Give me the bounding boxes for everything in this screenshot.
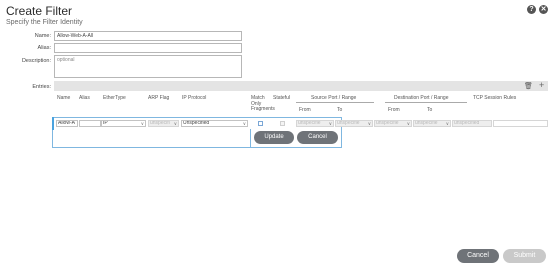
column-stateful: Stateful [273,95,290,101]
name-label: Name: [34,33,51,39]
trash-icon[interactable]: 🗑 [524,82,533,90]
description-label: Description: [21,58,51,64]
column-source-to: To [337,107,343,113]
close-icon[interactable]: ✕ [539,5,548,14]
entry-name-input[interactable]: Allow-A [56,120,78,127]
submit-button[interactable]: Submit [503,249,546,263]
tcp-session-rules-extra [493,120,548,127]
dialog-title: Create Filter [6,4,73,18]
inline-cancel-button[interactable]: Cancel [297,131,338,144]
column-dest-from: From [388,107,400,113]
alias-input[interactable] [54,43,242,53]
update-button[interactable]: Update [254,131,294,144]
entry-alias-input[interactable] [79,120,101,127]
chevron-down-icon: ∨ [328,121,332,126]
stateful-checkbox [280,121,285,126]
description-textarea[interactable]: optional [54,55,242,78]
chevron-down-icon: ∨ [406,121,410,126]
chevron-down-icon: ∨ [445,121,449,126]
dest-from-select: unspecifie ∨ [374,120,412,127]
column-tcp-session-rules: TCP Session Rules [473,95,517,101]
alias-label: Alias: [37,45,51,51]
plus-icon[interactable]: + [539,80,544,90]
column-source-from: From [299,107,311,113]
column-alias: Alias [79,95,90,101]
source-from-select: unspecifie ∨ [296,120,334,127]
column-name: Name [57,95,71,101]
source-to-select: unspecifie ∨ [335,120,373,127]
match-only-fragments-checkbox[interactable] [258,121,263,126]
column-ethertype: EtherType [103,95,126,101]
chevron-down-icon: ∨ [242,121,246,126]
column-arp-flag: ARP Flag [148,95,170,101]
tcp-session-rules-select: unspecified [452,120,492,127]
arp-flag-select: unspecifi ∨ [148,120,179,127]
source-divider [296,102,374,103]
column-match-only-fragments: Match Only Fragments [251,95,275,112]
chevron-down-icon: ∨ [173,121,177,126]
column-destination-port-range: Destination Port / Range [394,95,449,101]
dest-to-select: unspecifie ∨ [413,120,451,127]
row-selection-bar [52,117,54,130]
name-input[interactable]: Allow-Web-A-All [54,31,242,41]
column-dest-to: To [427,107,433,113]
entries-toolbar [54,81,548,91]
footer-divider [0,242,554,243]
entries-label: Entries: [32,84,51,90]
ethertype-select[interactable]: IP ∨ [101,120,146,127]
chevron-down-icon: ∨ [140,121,144,126]
question-icon[interactable]: ? [527,5,536,14]
column-ip-protocol: IP Protocol [182,95,207,101]
cancel-button[interactable]: Cancel [457,249,499,263]
chevron-down-icon: ∨ [367,121,371,126]
destination-divider [385,102,467,103]
dialog-subtitle: Specify the Filter Identity [6,19,83,26]
ip-protocol-select[interactable]: Unspecified ∨ [181,120,248,127]
column-source-port-range: Source Port / Range [311,95,357,101]
